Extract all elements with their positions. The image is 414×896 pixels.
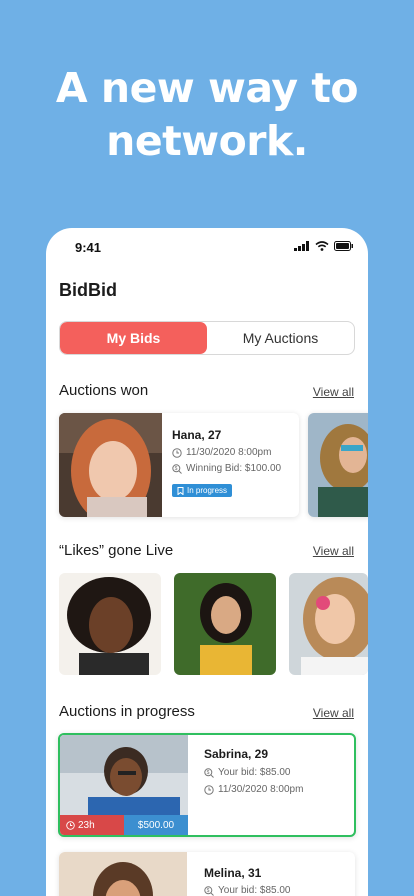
won-card-date: 11/30/2020 8:00pm (172, 447, 271, 458)
time-left: 23h (60, 815, 124, 835)
won-photo-2 (308, 413, 368, 517)
won-card-winning-bid-text: Winning Bid: $100.00 (186, 463, 282, 474)
won-card-name: Hana, 27 (172, 428, 222, 442)
progress-card-2-your-bid-text: Your bid: $85.00 (218, 885, 291, 896)
time-left-text: 23h (78, 819, 95, 831)
won-auction-card-2[interactable] (308, 413, 368, 517)
svg-text:$: $ (175, 466, 178, 472)
headline: A new way to network. (0, 62, 414, 168)
view-all-auctions-won-link[interactable]: View all (313, 385, 354, 399)
headline-line-1: A new way to (55, 64, 359, 112)
like-photo-2[interactable] (174, 573, 276, 675)
signal-icon (294, 241, 309, 251)
status-time: 9:41 (75, 240, 102, 255)
section-title-likes-live: “Likes” gone Live (59, 542, 174, 559)
progress-card-name: Sabrina, 29 (204, 747, 269, 761)
status-bar: 9:41 (46, 228, 368, 268)
app-title: BidBid (59, 280, 117, 300)
progress-card-sabrina[interactable]: 23h $500.00 Sabrina, 29 $ Your bid: $85.… (58, 733, 356, 837)
progress-card-2-your-bid: $ Your bid: $85.00 (204, 885, 290, 896)
tab-my-auctions[interactable]: My Auctions (207, 322, 354, 354)
status-badge-label: In progress (187, 486, 228, 495)
clock-icon (66, 820, 75, 830)
sabrina-photo: 23h $500.00 (60, 735, 188, 835)
progress-card-date-text: 11/30/2020 8:00pm (218, 784, 304, 795)
won-card-date-text: 11/30/2020 8:00pm (186, 447, 272, 458)
bid-search-icon: $ (172, 463, 182, 474)
time-price-overlay: 23h $500.00 (60, 815, 188, 835)
clock-icon (172, 447, 182, 458)
progress-card-your-bid: $ Your bid: $85.00 (204, 767, 290, 778)
svg-text:$: $ (207, 888, 210, 894)
bookmark-icon (177, 486, 184, 495)
section-title-auctions-won: Auctions won (59, 382, 149, 399)
bids-segmented-control: My Bids My Auctions (59, 321, 355, 355)
won-card-winning-bid: $ Winning Bid: $100.00 (172, 463, 281, 474)
tab-my-bids[interactable]: My Bids (60, 322, 207, 354)
view-all-likes-live-link[interactable]: View all (313, 544, 354, 558)
status-icons (294, 241, 354, 251)
melina-photo (59, 852, 187, 896)
battery-icon (334, 241, 353, 251)
wifi-icon (315, 241, 329, 251)
clock-icon (204, 784, 214, 795)
like-photo-1[interactable] (59, 573, 161, 675)
status-badge: In progress (172, 484, 233, 497)
svg-text:$: $ (207, 770, 210, 776)
won-auction-card[interactable]: Hana, 27 11/30/2020 8:00pm $ Winning Bid… (59, 413, 299, 517)
progress-card-date: 11/30/2020 8:00pm (204, 784, 303, 795)
current-price: $500.00 (124, 815, 188, 835)
view-all-auctions-progress-link[interactable]: View all (313, 706, 354, 720)
progress-card-2-name: Melina, 31 (204, 866, 262, 880)
bid-search-icon: $ (204, 885, 214, 896)
progress-card-your-bid-text: Your bid: $85.00 (218, 767, 291, 778)
headline-line-2: network. (106, 117, 308, 165)
bid-search-icon: $ (204, 767, 214, 778)
progress-card-melina[interactable]: Melina, 31 $ Your bid: $85.00 (59, 852, 355, 896)
phone-frame: 9:41 BidBid My Bids My Auctions Auctions… (46, 228, 368, 896)
hana-photo (59, 413, 162, 517)
like-photo-3[interactable] (289, 573, 368, 675)
section-title-auctions-progress: Auctions in progress (59, 703, 195, 720)
